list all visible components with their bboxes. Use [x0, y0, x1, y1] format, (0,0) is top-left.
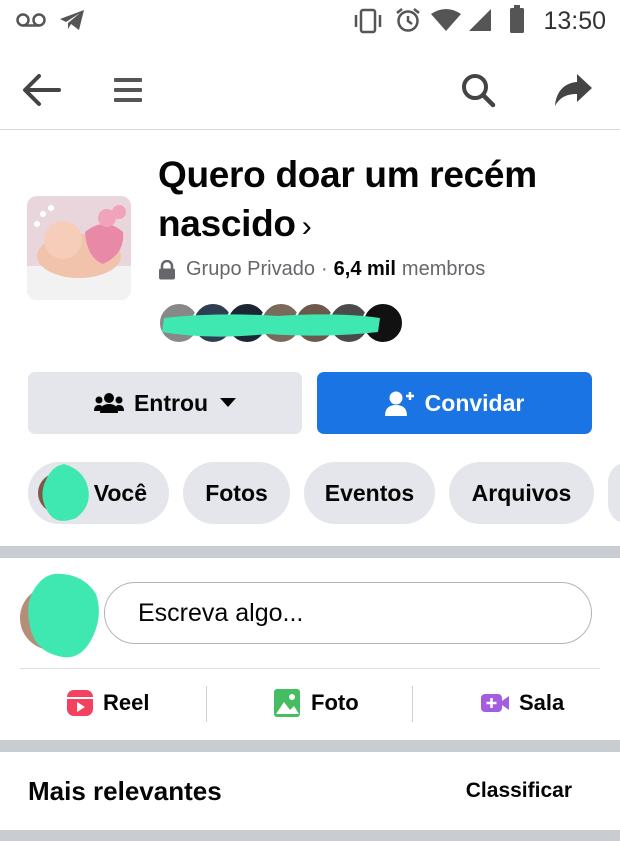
app-bar	[0, 48, 620, 130]
group-members-icon	[93, 393, 124, 413]
room-button[interactable]: Sala	[480, 684, 564, 722]
menu-button[interactable]	[104, 66, 152, 114]
group-meta: Grupo Privado · 6,4 mil membros	[158, 258, 485, 281]
alarm-icon	[396, 8, 420, 32]
composer-input[interactable]: Escreva algo...	[104, 582, 592, 644]
redaction-mark	[162, 314, 380, 337]
group-title[interactable]: Quero doar um recém nascido ›	[158, 150, 598, 251]
section-divider	[0, 830, 620, 841]
members-label: membros	[401, 258, 486, 280]
back-arrow-icon	[23, 74, 61, 106]
signal-icon	[469, 9, 491, 31]
media-divider	[206, 686, 207, 722]
share-button[interactable]	[549, 66, 597, 114]
redaction-mark	[42, 464, 89, 521]
lock-icon	[159, 259, 175, 279]
tab-more[interactable]	[608, 462, 620, 524]
media-divider	[412, 686, 413, 722]
tab-you-label: Você	[93, 479, 147, 506]
invite-label: Convidar	[424, 389, 525, 416]
feed-sort-heading: Mais relevantes	[28, 776, 222, 806]
redaction-mark	[28, 573, 99, 658]
group-tabs: Você Fotos Eventos Arquivos	[0, 462, 620, 524]
search-button[interactable]	[454, 66, 502, 114]
reel-icon	[67, 690, 93, 716]
joined-button[interactable]: Entrou	[28, 372, 302, 434]
share-icon	[555, 74, 592, 106]
sort-button[interactable]: Classificar	[466, 779, 572, 803]
composer-avatar[interactable]	[20, 573, 99, 658]
tab-files[interactable]: Arquivos	[449, 462, 594, 524]
voicemail-icon	[16, 13, 46, 27]
photo-icon	[274, 689, 300, 717]
cover-image	[27, 196, 131, 300]
section-divider	[0, 740, 620, 752]
caret-down-icon	[220, 398, 237, 407]
privacy-label: Grupo Privado	[186, 258, 315, 280]
room-label: Sala	[519, 690, 565, 715]
meta-separator: ·	[320, 258, 328, 280]
member-count: 6,4 mil	[333, 258, 396, 280]
tab-you[interactable]: Você	[28, 462, 169, 524]
invite-button[interactable]: Convidar	[317, 372, 592, 434]
photo-label: Foto	[311, 690, 359, 715]
group-title-text: Quero doar um recém nascido	[158, 154, 537, 244]
add-person-icon	[384, 391, 414, 416]
status-clock: 13:50	[543, 7, 606, 35]
tab-files-label: Arquivos	[471, 479, 572, 506]
joined-label: Entrou	[133, 389, 209, 416]
status-bar: 13:50	[0, 0, 620, 44]
group-cover-photo[interactable]	[27, 196, 131, 300]
reel-label: Reel	[103, 690, 150, 715]
wifi-icon	[431, 9, 461, 31]
video-room-icon	[481, 694, 509, 712]
chevron-right-icon: ›	[301, 210, 312, 243]
search-icon	[462, 74, 496, 108]
section-divider	[0, 546, 620, 558]
vibrate-icon	[354, 8, 382, 34]
battery-icon	[510, 5, 524, 33]
tab-events-label: Eventos	[324, 479, 415, 506]
telegram-icon	[60, 10, 84, 30]
menu-icon	[114, 78, 142, 102]
composer-divider	[20, 668, 600, 669]
back-button[interactable]	[17, 66, 65, 114]
tab-events[interactable]: Eventos	[304, 462, 435, 524]
tab-photos-label: Fotos	[205, 479, 268, 506]
tab-photos[interactable]: Fotos	[183, 462, 290, 524]
composer-placeholder: Escreva algo...	[138, 598, 304, 627]
photo-button[interactable]: Foto	[272, 684, 359, 722]
reel-button[interactable]: Reel	[66, 684, 149, 722]
